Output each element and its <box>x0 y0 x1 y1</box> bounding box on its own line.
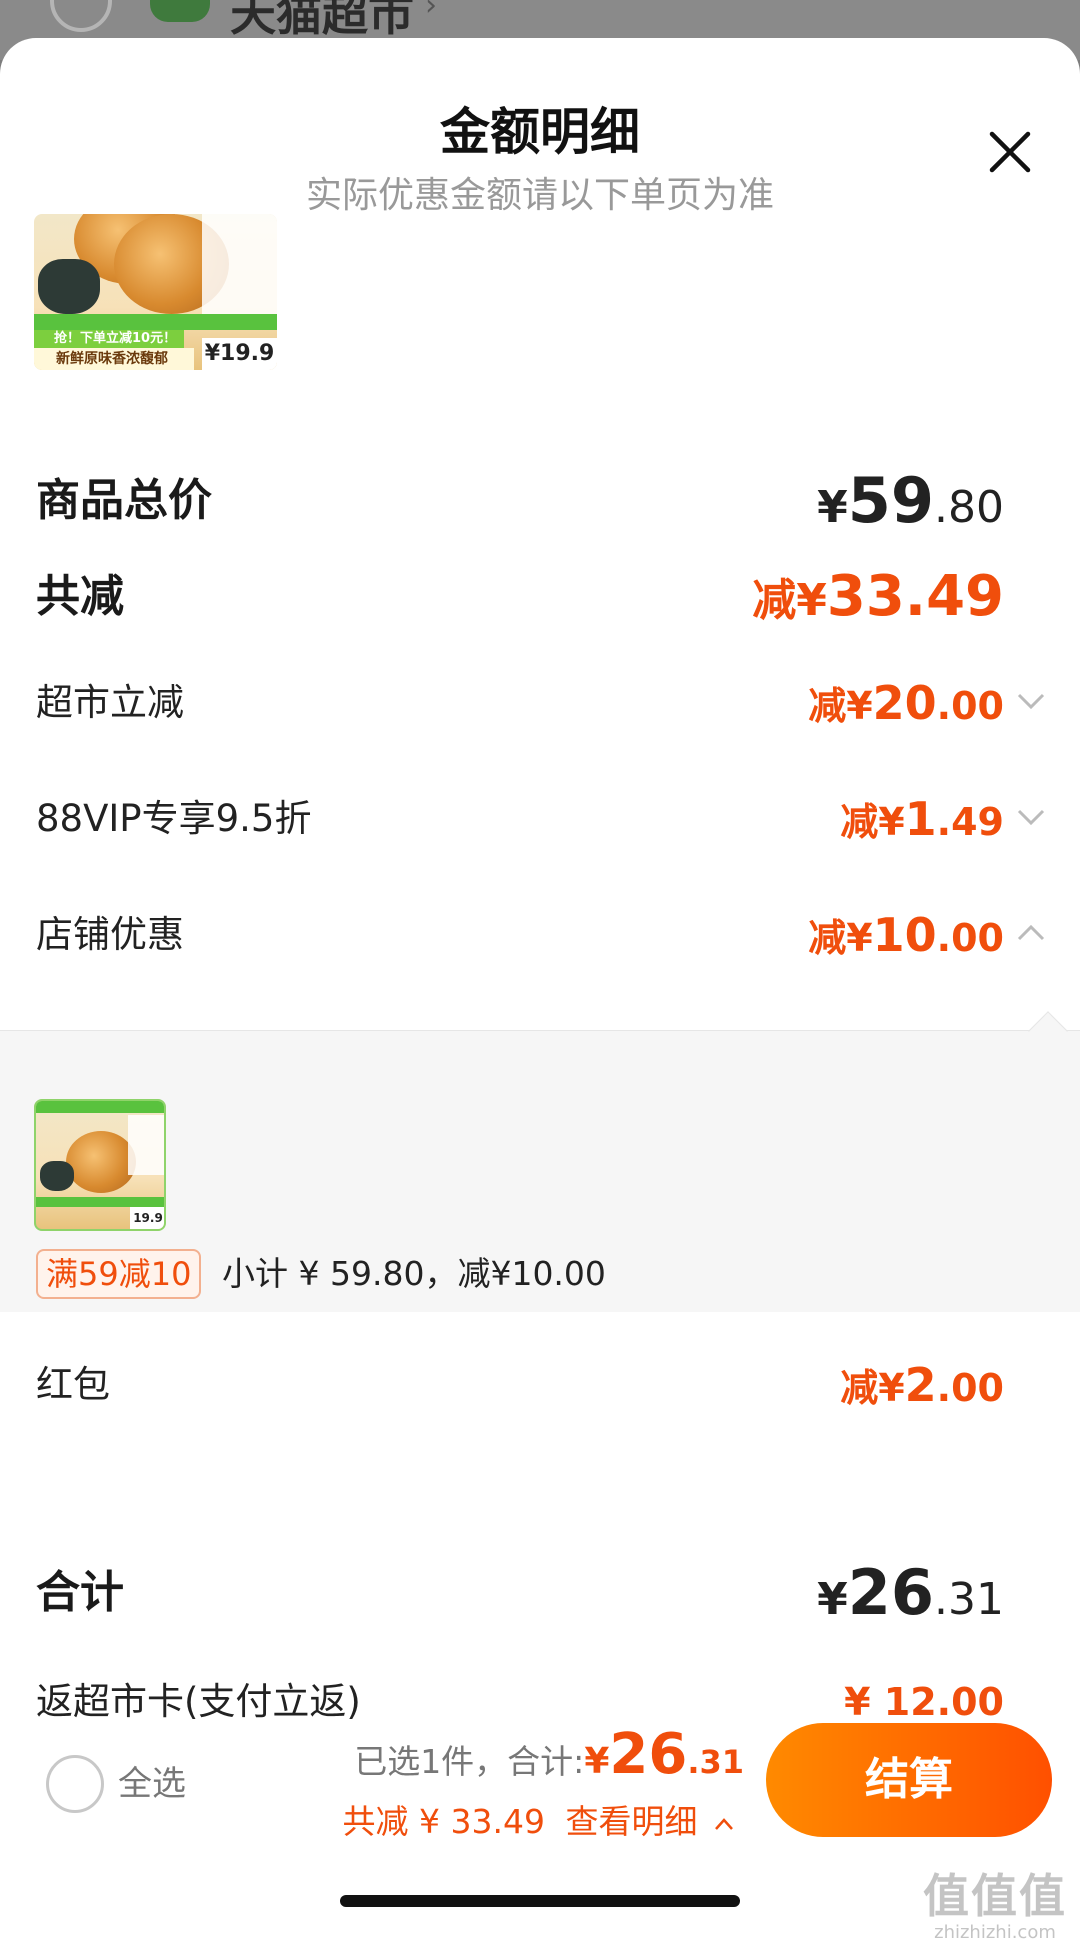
close-icon[interactable] <box>986 128 1034 176</box>
selected-amount-int: 26 <box>609 1722 688 1787</box>
sheet-subtitle: 实际优惠金额请以下单页为准 <box>305 175 774 216</box>
view-details-link[interactable]: 查看明细 <box>566 1802 698 1841</box>
chevron-up-icon[interactable] <box>714 1817 734 1831</box>
product-price: ¥19.9 <box>202 338 277 370</box>
saved-summary[interactable]: 共减 ¥ 33.49 查看明细 <box>343 1797 734 1847</box>
total-discount-prefix: 减¥ <box>752 575 827 626</box>
discount-label: 88VIP专享9.5折 <box>36 797 312 840</box>
total-price-value: ¥59.80 <box>817 466 1004 552</box>
grand-total-value: ¥26.31 <box>817 1558 1004 1644</box>
selected-prefix: 已选1件，合计: <box>354 1742 585 1781</box>
grand-total-row: 合计 ¥26.31 <box>36 1558 1046 1628</box>
grand-total-symbol: ¥ <box>817 1574 848 1625</box>
watermark-url: zhizhizhi.com <box>934 1922 1056 1943</box>
red-packet-value: 减¥2.00 <box>840 1350 1004 1431</box>
discount-row-88vip[interactable]: 88VIP专享9.5折 减¥1.49 <box>36 784 1046 854</box>
chevron-down-icon[interactable] <box>1016 807 1046 827</box>
watermark: 值值值 zhizhizhi.com <box>920 1870 1070 1944</box>
discount-int: 20 <box>872 676 937 730</box>
home-indicator <box>340 1895 740 1907</box>
store-subtotal: 小计 ¥ 59.80，减¥10.00 <box>222 1254 606 1293</box>
discount-row-store[interactable]: 店铺优惠 减¥10.00 <box>36 900 1046 970</box>
sheet-title: 金额明细 <box>440 103 640 161</box>
product-slogan: 新鲜原味香浓馥郁 <box>34 348 194 370</box>
red-packet-int: 2 <box>904 1358 937 1412</box>
discount-prefix: 减¥ <box>808 916 873 960</box>
store-logo-icon <box>150 0 210 22</box>
product-thumbnail[interactable]: 抢！下单立减10元！ 新鲜原味香浓馥郁 ¥19.9 <box>34 214 277 370</box>
promo-banner-strip <box>36 1101 164 1113</box>
discount-int: 1 <box>904 792 937 846</box>
grand-total-int: 26 <box>847 1556 935 1629</box>
total-discount-row: 共减 减¥33.49 <box>36 562 1046 632</box>
discount-int: 10 <box>872 908 937 962</box>
red-packet-row: 红包 减¥2.00 <box>36 1350 1046 1420</box>
store-discount-detail: 19.9 满59减10 小计 ¥ 59.80，减¥10.00 <box>0 1011 1080 1312</box>
discount-value: 减¥1.49 <box>840 784 1004 865</box>
promo-banner-strip <box>36 1197 164 1207</box>
total-price-int: 59 <box>847 464 935 537</box>
discount-prefix: 减¥ <box>840 800 905 844</box>
chevron-up-icon[interactable] <box>1016 923 1046 943</box>
card-rebate-label: 返超市卡(支付立返) <box>36 1680 361 1723</box>
selected-amount-symbol: ¥ <box>584 1741 610 1782</box>
total-price-row: 商品总价 ¥59.80 <box>36 466 1046 536</box>
discount-label: 超市立减 <box>36 681 184 724</box>
discount-value: 减¥10.00 <box>808 900 1004 981</box>
red-packet-prefix: 减¥ <box>840 1366 905 1410</box>
grand-total-label: 合计 <box>36 1567 124 1618</box>
promo-tag: 满59减10 <box>36 1249 202 1299</box>
discount-prefix: 减¥ <box>808 684 873 728</box>
select-all-checkbox[interactable] <box>46 1755 104 1813</box>
bread-image <box>66 1131 136 1193</box>
total-discount-label: 共减 <box>36 571 124 622</box>
red-packet-dec: .00 <box>936 1366 1004 1410</box>
select-all-label[interactable]: 全选 <box>118 1758 186 1810</box>
amount-detail-sheet: 金额明细 实际优惠金额请以下单页为准 抢！下单立减10元！ 新鲜原味香浓馥郁 ¥… <box>0 38 1080 1955</box>
grand-total-dec: .31 <box>934 1574 1004 1625</box>
chevron-down-icon[interactable] <box>1016 691 1046 711</box>
product-info-panel <box>202 214 277 314</box>
promo-banner: 抢！下单立减10元！ <box>34 330 184 348</box>
detail-product-thumbnail[interactable]: 19.9 <box>34 1099 166 1231</box>
total-discount-value: 减¥33.49 <box>752 562 1004 645</box>
detail-product-price: 19.9 <box>130 1207 164 1229</box>
saved-text: 共减 ¥ 33.49 <box>342 1802 545 1841</box>
total-price-label: 商品总价 <box>36 475 212 526</box>
promo-banner-strip <box>34 314 277 330</box>
discount-dec: .49 <box>936 800 1004 844</box>
tmall-cat-mascot-icon <box>40 1161 74 1191</box>
total-price-symbol: ¥ <box>817 482 848 533</box>
red-packet-label: 红包 <box>36 1363 110 1406</box>
discount-row-supermarket[interactable]: 超市立减 减¥20.00 <box>36 668 1046 738</box>
watermark-logo-text: 值值值 <box>923 1869 1067 1923</box>
selected-summary: 已选1件，合计:¥26.31 <box>354 1722 744 1795</box>
discount-dec: .00 <box>936 916 1004 960</box>
discount-value: 减¥20.00 <box>808 668 1004 749</box>
total-discount-amount: 33.49 <box>826 564 1004 629</box>
background-chevron-right-icon: › <box>425 0 437 23</box>
checkout-button[interactable]: 结算 <box>766 1723 1052 1837</box>
background-store-radio <box>50 0 112 32</box>
discount-dec: .00 <box>936 684 1004 728</box>
expand-pointer <box>1028 1011 1068 1051</box>
discount-label: 店铺优惠 <box>36 913 184 956</box>
tmall-cat-mascot-icon <box>38 259 100 314</box>
product-info-panel <box>128 1115 164 1175</box>
selected-amount-dec: .31 <box>687 1743 744 1781</box>
total-price-dec: .80 <box>934 482 1004 533</box>
